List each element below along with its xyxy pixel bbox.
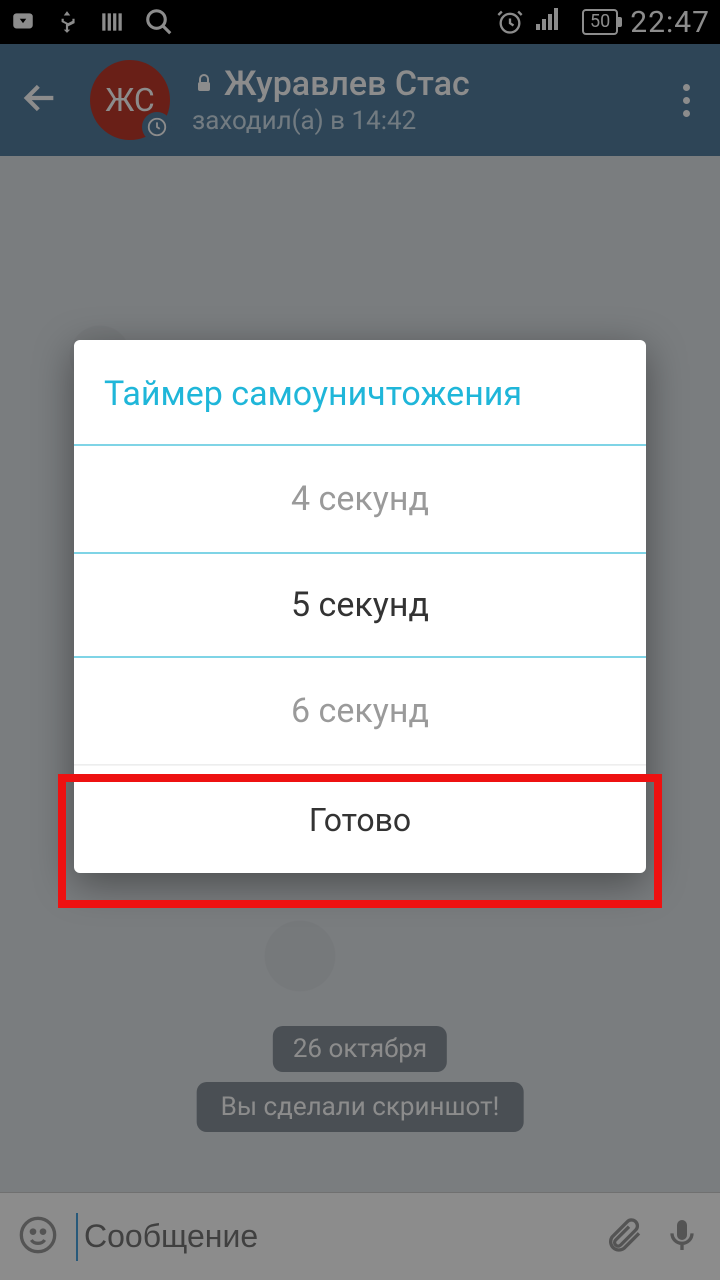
dialog-title: Таймер самоуничтожения bbox=[74, 340, 646, 444]
picker-option-prev[interactable]: 4 секунд bbox=[74, 446, 646, 552]
done-button[interactable]: Готово bbox=[74, 765, 646, 873]
picker-option-selected[interactable]: 5 секунд bbox=[74, 552, 646, 658]
time-picker[interactable]: 4 секунд 5 секунд 6 секунд bbox=[74, 444, 646, 765]
self-destruct-timer-dialog: Таймер самоуничтожения 4 секунд 5 секунд… bbox=[74, 340, 646, 873]
picker-option-next[interactable]: 6 секунд bbox=[74, 658, 646, 764]
